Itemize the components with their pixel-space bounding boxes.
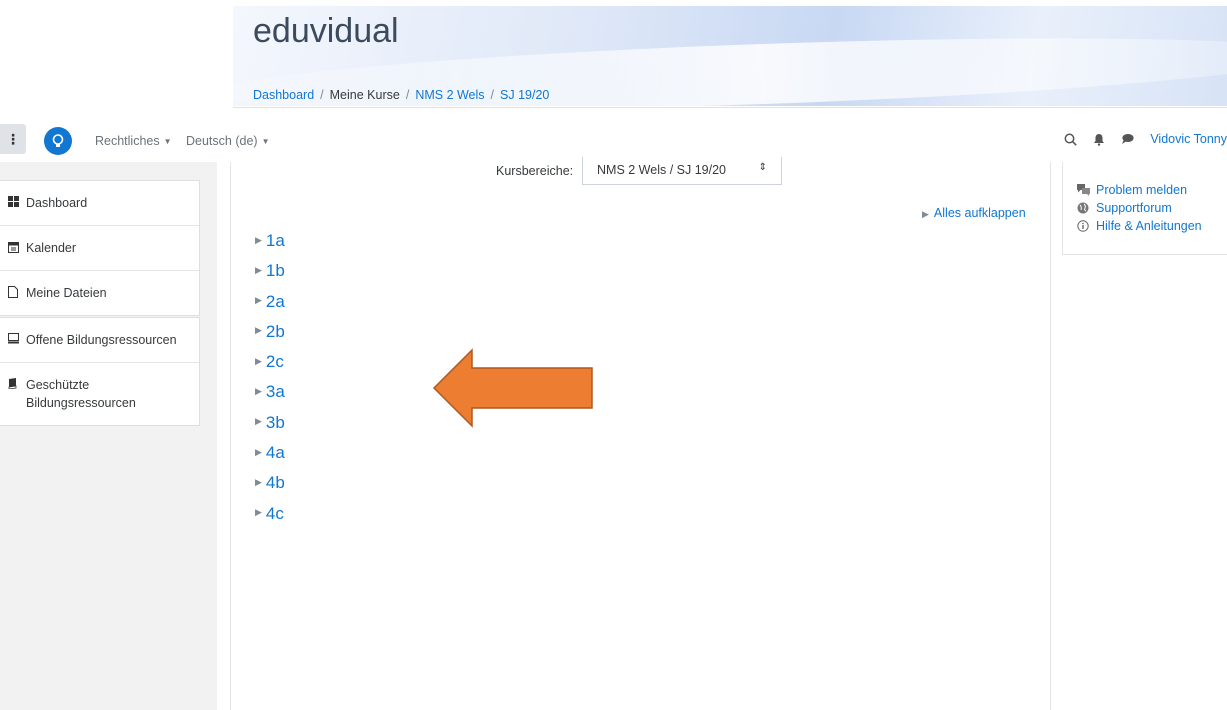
caret-right-icon: ▶ bbox=[255, 386, 262, 396]
navbar: ⋮ Rechtliches ▼ Deutsch (de) ▼ Vidovic Ton… bbox=[0, 120, 1227, 162]
course-category-3a[interactable]: ▶ 3a bbox=[255, 379, 285, 409]
caret-right-icon: ▶ bbox=[255, 264, 262, 275]
course-category-label: 4b bbox=[265, 473, 285, 493]
caret-right-icon: ▶ bbox=[255, 476, 262, 487]
sidebar-item-protected-resources[interactable]: Geschützte Bildungsressourcen bbox=[0, 362, 199, 425]
drawer-toggle-button[interactable]: ⋮ bbox=[0, 124, 26, 154]
main-nav-card: Dashboard Kalender Meine Dateien bbox=[0, 180, 200, 316]
help-item-report-problem[interactable]: Problem melden bbox=[1077, 181, 1202, 199]
chat-bubble-icon[interactable] bbox=[1121, 133, 1134, 145]
resources-nav-card: Offene Bildungsressourcen Geschützte Bil… bbox=[0, 317, 200, 426]
course-category-label: 3b bbox=[265, 412, 285, 432]
breadcrumb-my-courses: Meine Kurse bbox=[329, 88, 400, 102]
user-name[interactable]: Vidovic Tonny bbox=[1150, 132, 1227, 146]
caret-right-icon: ▶ bbox=[255, 507, 262, 518]
bell-icon[interactable] bbox=[1093, 133, 1105, 146]
header-banner: eduvidual Dashboard / Meine Kurse / NMS 2 We… bbox=[233, 6, 1227, 106]
menu-language[interactable]: Deutsch (de) ▼ bbox=[186, 134, 269, 148]
breadcrumb-nms-wels[interactable]: NMS 2 Wels bbox=[415, 88, 484, 102]
globe-icon bbox=[1077, 202, 1093, 214]
left-sidebar: Dashboard Kalender Meine Dateien Offene … bbox=[0, 162, 217, 710]
lightbulb-icon bbox=[52, 134, 64, 147]
caret-right-icon: ▶ bbox=[922, 209, 929, 219]
navbar-right: Vidovic Tonny bbox=[1064, 132, 1227, 146]
breadcrumb-separator: / bbox=[490, 88, 495, 102]
book-icon bbox=[8, 378, 26, 389]
sidebar-item-label: Geschützte Bildungsressourcen bbox=[26, 378, 136, 410]
course-category-2a[interactable]: ▶ 2a bbox=[255, 289, 285, 319]
main-content bbox=[230, 162, 1051, 710]
course-category-4b[interactable]: ▶ 4b bbox=[255, 470, 285, 500]
sidebar-item-my-files[interactable]: Meine Dateien bbox=[0, 270, 199, 315]
info-icon bbox=[1077, 220, 1093, 232]
course-category-2b[interactable]: ▶ 2b bbox=[255, 319, 285, 349]
course-category-label: 1b bbox=[265, 261, 285, 281]
comments-icon bbox=[1077, 184, 1093, 196]
monitor-icon bbox=[8, 333, 26, 344]
caret-right-icon: ▶ bbox=[255, 234, 262, 245]
help-item-support-forum[interactable]: Supportforum bbox=[1077, 199, 1202, 217]
course-category-label: 1a bbox=[265, 231, 285, 250]
course-category-label: 4c bbox=[265, 503, 284, 523]
caret-down-icon: ▼ bbox=[261, 137, 270, 147]
dashboard-icon bbox=[8, 196, 26, 207]
breadcrumb-school-year[interactable]: SJ 19/20 bbox=[500, 88, 549, 102]
caret-right-icon: ▶ bbox=[255, 355, 262, 366]
orange-arrow-annotation bbox=[432, 348, 593, 428]
course-category-label: 4a bbox=[265, 443, 285, 463]
search-icon[interactable] bbox=[1064, 133, 1078, 146]
expand-all-link[interactable]: ▶ Alles aufklappen bbox=[922, 206, 1026, 220]
sidebar-item-open-resources[interactable]: Offene Bildungsressourcen bbox=[0, 318, 199, 362]
caret-right-icon: ▶ bbox=[255, 416, 262, 427]
help-item-label: Supportforum bbox=[1096, 201, 1172, 215]
caret-right-icon: ▶ bbox=[255, 295, 262, 306]
menu-legal[interactable]: Rechtliches ▼ bbox=[95, 134, 172, 148]
help-links: Problem melden Supportforum Hilfe & Anle… bbox=[1077, 181, 1202, 235]
select-arrows-icon: ⇕ bbox=[758, 162, 767, 173]
caret-down-icon: ▼ bbox=[163, 137, 172, 147]
menu-legal-label: Rechtliches bbox=[95, 134, 160, 148]
sidebar-item-calendar[interactable]: Kalender bbox=[0, 225, 199, 270]
help-item-label: Problem melden bbox=[1096, 183, 1188, 197]
help-item-help-guides[interactable]: Hilfe & Anleitungen bbox=[1077, 217, 1202, 235]
file-icon bbox=[8, 286, 26, 298]
site-title: eduvidual bbox=[253, 12, 399, 50]
course-category-label: 2b bbox=[265, 321, 285, 341]
arrow-shape bbox=[432, 348, 593, 428]
sidebar-item-label: Offene Bildungsressourcen bbox=[26, 333, 177, 347]
course-category-4a[interactable]: ▶ 4a bbox=[255, 440, 285, 470]
course-category-2c[interactable]: ▶ 2c bbox=[255, 349, 285, 379]
category-label: Kursbereiche: bbox=[496, 164, 574, 178]
course-category-1a[interactable]: ▶ 1a bbox=[255, 228, 285, 258]
breadcrumb-separator: / bbox=[405, 88, 410, 102]
sidebar-item-dashboard[interactable]: Dashboard bbox=[0, 181, 199, 225]
expand-all-label: Alles aufklappen bbox=[933, 206, 1026, 220]
course-category-label: 2a bbox=[265, 291, 285, 311]
banner-divider bbox=[233, 107, 1227, 108]
course-category-3b[interactable]: ▶ 3b bbox=[255, 410, 285, 440]
breadcrumb: Dashboard / Meine Kurse / NMS 2 Wels / SJ 19/2… bbox=[253, 88, 549, 102]
category-select[interactable]: NMS 2 Wels / SJ 19/20 ⇕ bbox=[582, 157, 782, 185]
course-category-list: ▶ 1a ▶ 1b ▶ 2a ▶ 2b ▶ 2c ▶ 3a ▶ 3b ▶ 4a ▶ 4b ▶ 4c bbox=[255, 228, 285, 531]
sidebar-item-label: Meine Dateien bbox=[26, 286, 107, 300]
caret-right-icon: ▶ bbox=[255, 325, 262, 336]
course-category-label: 3a bbox=[265, 382, 285, 402]
course-category-label: 2c bbox=[265, 352, 284, 372]
breadcrumb-separator: / bbox=[320, 88, 324, 102]
calendar-icon bbox=[8, 241, 26, 253]
caret-right-icon: ▶ bbox=[255, 446, 262, 457]
site-logo[interactable] bbox=[44, 127, 72, 155]
sidebar-item-label: Kalender bbox=[26, 241, 77, 255]
category-selected-value: NMS 2 Wels / SJ 19/20 bbox=[597, 163, 726, 177]
menu-dots-icon: ⋮ bbox=[6, 130, 20, 147]
help-item-label: Hilfe & Anleitungen bbox=[1096, 219, 1202, 233]
breadcrumb-dashboard[interactable]: Dashboard bbox=[253, 88, 314, 102]
course-category-1b[interactable]: ▶ 1b bbox=[255, 258, 285, 288]
course-category-4c[interactable]: ▶ 4c bbox=[255, 501, 285, 531]
sidebar-item-label: Dashboard bbox=[26, 196, 88, 210]
menu-language-label: Deutsch (de) bbox=[186, 134, 258, 148]
